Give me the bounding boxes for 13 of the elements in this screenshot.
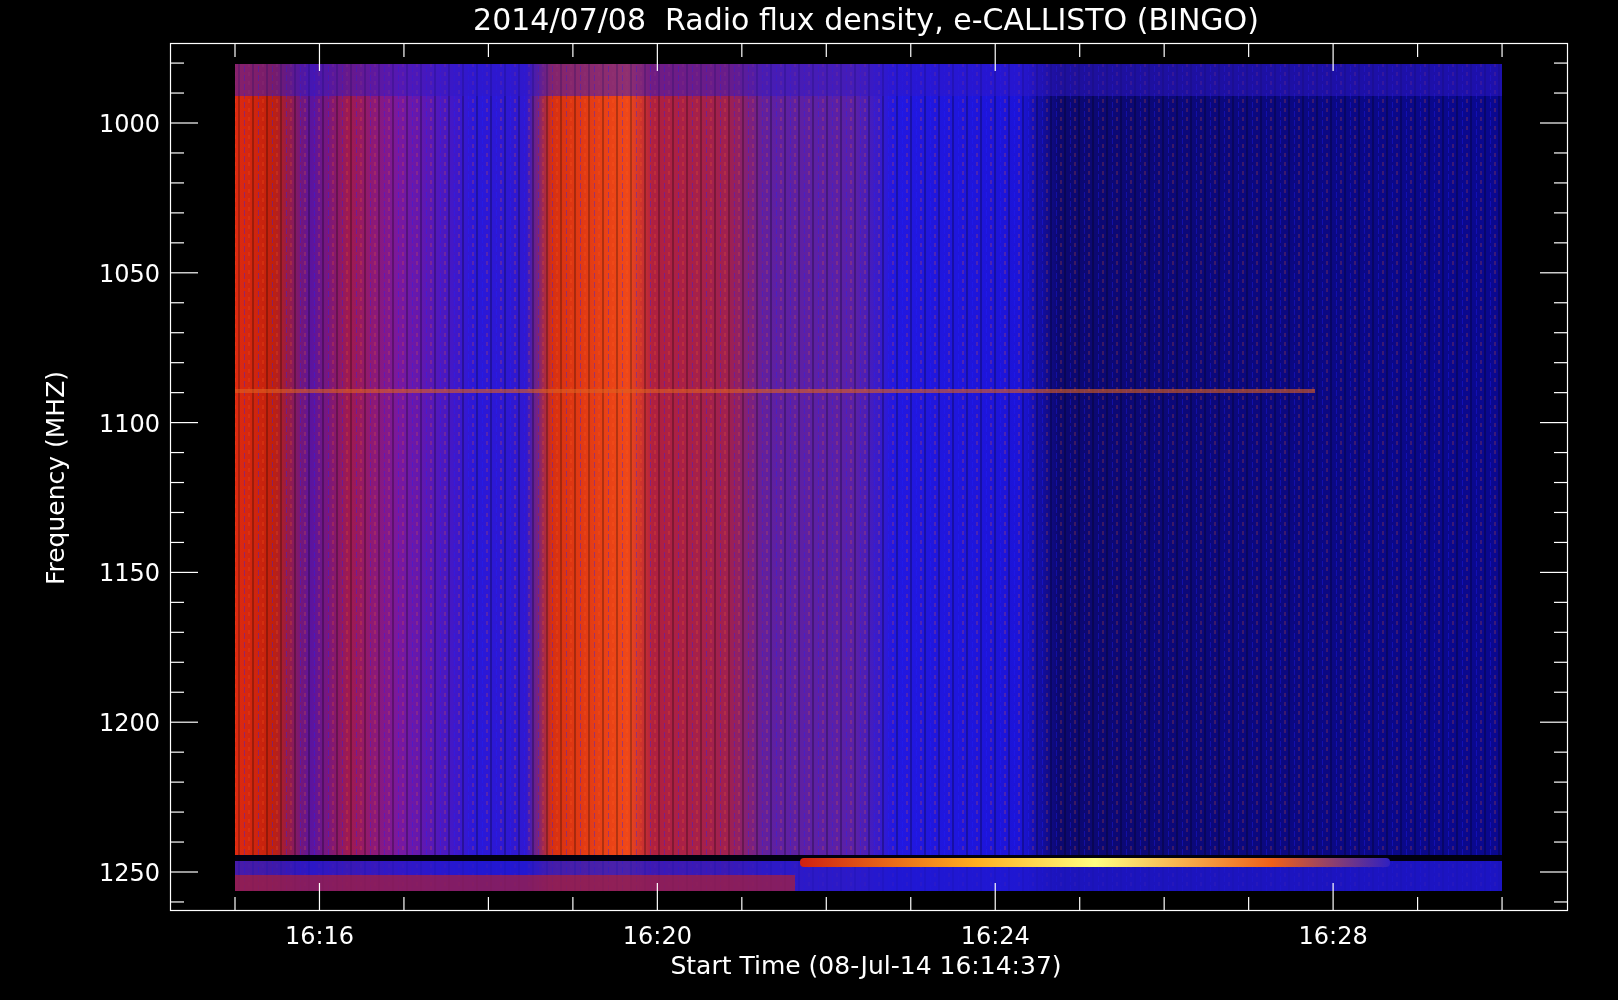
- y-tick-label: 1000: [98, 110, 160, 138]
- y-tick-label: 1200: [98, 709, 160, 738]
- y-tick-label: 1050: [98, 259, 160, 288]
- x-tick-label: 16:28: [1298, 922, 1368, 950]
- x-tick-label: 16:24: [960, 922, 1030, 950]
- y-axis-title: Frequency (MHZ): [41, 370, 70, 586]
- x-tick-label: 16:20: [622, 922, 692, 950]
- y-tick-label: 1250: [98, 859, 160, 887]
- y-tick-label: 1100: [98, 409, 160, 438]
- x-tick-label: 16:16: [284, 922, 355, 950]
- x-axis-title: Start Time (08-Jul-14 16:14:37): [670, 951, 1062, 980]
- chart-title: 2014/07/08 Radio flux density, e-CALLISTO (BINGO): [473, 2, 1259, 37]
- y-tick-label: 1150: [98, 559, 160, 588]
